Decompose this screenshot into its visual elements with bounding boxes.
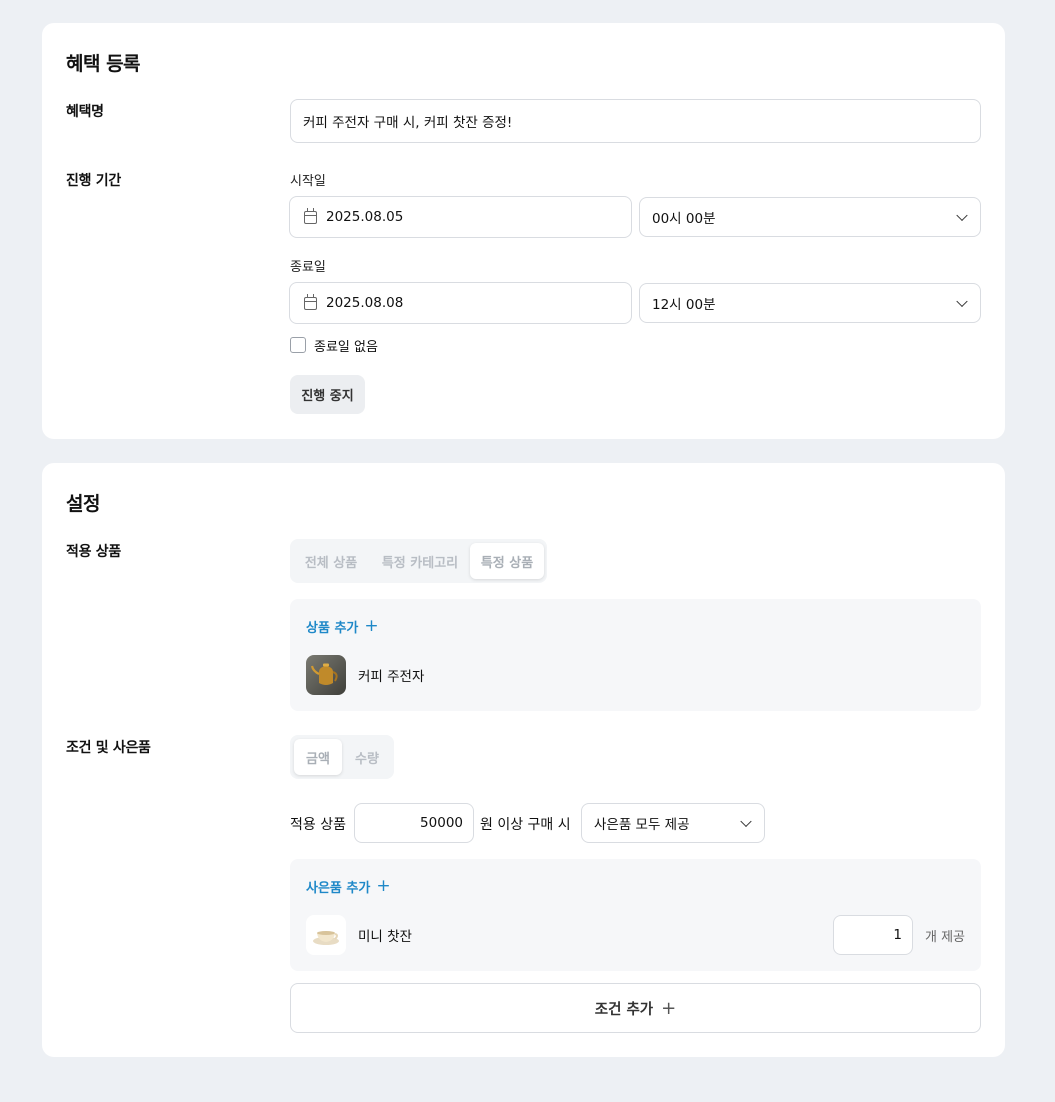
gifts-panel: 사은품 추가 + 미니 찻잔 1 개 제공 bbox=[290, 859, 981, 971]
calendar-icon bbox=[304, 293, 317, 310]
add-product-button[interactable]: 상품 추가 + bbox=[306, 616, 379, 637]
start-time-select[interactable]: 00시 00분 bbox=[639, 197, 981, 237]
conditions-label: 조건 및 사은품 bbox=[66, 740, 151, 756]
product-scope-tabs: 전체 상품 특정 카테고리 특정 상품 bbox=[290, 539, 547, 583]
coffee-kettle-thumbnail bbox=[306, 655, 346, 695]
products-panel: 상품 추가 + 커피 주전자 bbox=[290, 599, 981, 711]
plus-icon: + bbox=[661, 997, 677, 1019]
no-end-date-label: 종료일 없음 bbox=[314, 340, 378, 355]
benefit-name-input[interactable]: 커피 주전자 구매 시, 커피 찻잔 증정! bbox=[290, 99, 981, 143]
add-gift-label: 사은품 추가 bbox=[306, 881, 371, 896]
tab-quantity[interactable]: 수량 bbox=[344, 739, 390, 775]
chevron-down-icon bbox=[956, 209, 968, 222]
no-end-date-checkbox[interactable] bbox=[290, 337, 306, 353]
condition-amount-value: 50000 bbox=[420, 815, 463, 831]
benefit-section-title: 혜택 등록 bbox=[66, 53, 141, 75]
end-date-label: 종료일 bbox=[290, 260, 326, 275]
calendar-icon bbox=[304, 207, 317, 224]
gift-quantity-input[interactable]: 1 bbox=[833, 915, 913, 955]
condition-type-tabs: 금액 수량 bbox=[290, 735, 394, 779]
settings-section-title: 설정 bbox=[66, 493, 100, 515]
end-time-select[interactable]: 12시 00분 bbox=[639, 283, 981, 323]
gift-unit-label: 개 제공 bbox=[925, 930, 966, 945]
add-product-label: 상품 추가 bbox=[306, 621, 359, 636]
add-condition-button[interactable]: 조건 추가 + bbox=[290, 983, 981, 1033]
end-date-value: 2025.08.08 bbox=[326, 295, 404, 311]
add-gift-button[interactable]: 사은품 추가 + bbox=[306, 876, 391, 897]
product-name: 커피 주전자 bbox=[358, 669, 425, 685]
condition-amount-input[interactable]: 50000 bbox=[354, 803, 474, 843]
plus-icon: + bbox=[376, 876, 391, 896]
stop-progress-button[interactable]: 진행 중지 bbox=[290, 375, 365, 414]
chevron-down-icon bbox=[956, 295, 968, 308]
benefit-registration-card: 혜택 등록 혜택명 커피 주전자 구매 시, 커피 찻잔 증정! 진행 기간 시… bbox=[42, 23, 1005, 439]
gift-name: 미니 찻잔 bbox=[358, 929, 412, 945]
teacup-thumbnail bbox=[306, 915, 346, 955]
products-label: 적용 상품 bbox=[66, 544, 121, 560]
condition-suffix: 원 이상 구매 시 bbox=[480, 817, 571, 833]
gift-quantity-value: 1 bbox=[893, 927, 902, 943]
tab-specific-category[interactable]: 특정 카테고리 bbox=[372, 543, 468, 579]
settings-card: 설정 적용 상품 전체 상품 특정 카테고리 특정 상품 상품 추가 + 커피 … bbox=[42, 463, 1005, 1057]
end-date-picker[interactable]: 2025.08.08 bbox=[289, 282, 632, 324]
start-date-label: 시작일 bbox=[290, 174, 326, 189]
tab-specific-products[interactable]: 특정 상품 bbox=[470, 543, 544, 579]
end-time-value: 12시 00분 bbox=[652, 297, 716, 313]
chevron-down-icon bbox=[740, 815, 752, 828]
plus-icon: + bbox=[364, 616, 379, 636]
start-date-value: 2025.08.05 bbox=[326, 209, 404, 225]
gift-mode-select[interactable]: 사은품 모두 제공 bbox=[581, 803, 765, 843]
gift-mode-value: 사은품 모두 제공 bbox=[594, 817, 690, 833]
period-label: 진행 기간 bbox=[66, 173, 121, 189]
condition-prefix: 적용 상품 bbox=[290, 817, 346, 833]
benefit-name-value: 커피 주전자 구매 시, 커피 찻잔 증정! bbox=[303, 115, 513, 131]
start-date-picker[interactable]: 2025.08.05 bbox=[289, 196, 632, 238]
tab-all-products[interactable]: 전체 상품 bbox=[294, 543, 368, 579]
benefit-name-label: 혜택명 bbox=[66, 104, 104, 120]
add-condition-label: 조건 추가 bbox=[594, 1001, 654, 1018]
tab-amount[interactable]: 금액 bbox=[294, 739, 342, 775]
start-time-value: 00시 00분 bbox=[652, 211, 716, 227]
